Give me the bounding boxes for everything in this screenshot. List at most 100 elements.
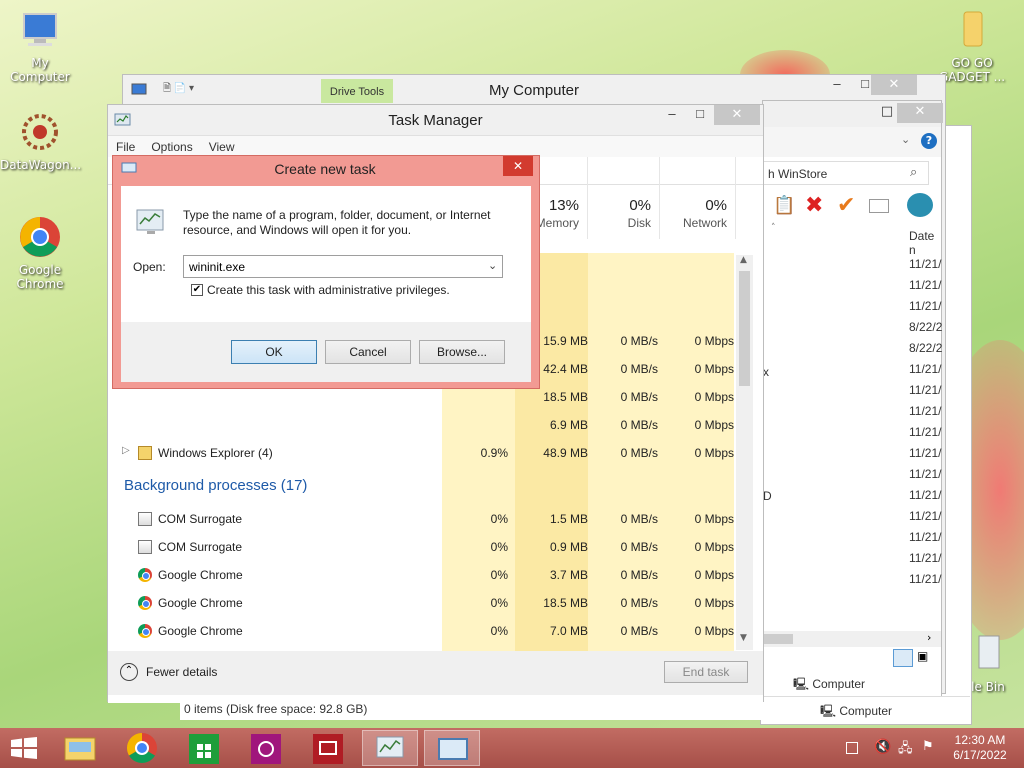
scrollbar-thumb[interactable]	[739, 271, 750, 386]
rename-icon[interactable]	[869, 199, 889, 213]
sort-up-icon: ˄	[771, 223, 776, 233]
file-date: 11/21/	[909, 572, 942, 586]
desktop-icon-go-go-gadget[interactable]: GO GO GADGET ...	[932, 8, 1012, 84]
cell-disk: 0 MB/s	[620, 446, 658, 460]
column-pct: 0%	[705, 197, 727, 214]
dialog-body: Type the name of a program, folder, docu…	[121, 186, 531, 382]
chevron-up-icon[interactable]: ⌃	[120, 663, 138, 681]
scroll-up-icon[interactable]: ▲	[740, 255, 747, 265]
process-row[interactable]: COM Surrogate 0% 0.9 MB 0 MB/s 0 Mbps	[108, 533, 736, 561]
search-box[interactable]: h WinStore ⌕	[763, 161, 929, 185]
app-row-windows-explorer[interactable]: Windows Explorer (4) 0.9% 48.9 MB 0 MB/s 0 M…	[108, 439, 736, 467]
chevron-right-icon[interactable]: ›	[927, 631, 931, 644]
maximize-button[interactable]: □	[686, 105, 714, 125]
taskbar-task-manager[interactable]	[362, 730, 418, 766]
minimize-button[interactable]: –	[823, 75, 851, 95]
process-row[interactable]: Google Chrome 0% 7.0 MB 0 MB/s 0 Mbps	[108, 617, 736, 645]
status-computer: 🖳 Computer	[820, 704, 893, 718]
cell-name: Google Chrome	[158, 596, 243, 610]
clock[interactable]: 12:30 AM 6/17/2022	[950, 733, 1010, 763]
desktop-icon-datawagon[interactable]: DataWagon...	[0, 110, 81, 172]
open-combobox[interactable]: wininit.exe ⌄	[183, 255, 503, 278]
cell-cpu: 0%	[490, 624, 508, 638]
process-row[interactable]: COM Surrogate 0% 1.5 MB 0 MB/s 0 Mbps	[108, 505, 736, 533]
cell-disk: 0 MB/s	[620, 334, 658, 348]
folder-icon	[950, 8, 994, 52]
folder-icon	[138, 446, 152, 460]
column-header-network[interactable]: 0% Network	[660, 157, 736, 239]
scrollbar-thumb[interactable]	[763, 634, 793, 644]
end-task-button[interactable]: End task	[664, 661, 748, 683]
start-button[interactable]	[10, 737, 38, 759]
cell-disk: 0 MB/s	[620, 568, 658, 582]
cell-memory: 0.9 MB	[549, 540, 588, 554]
cell-memory: 18.5 MB	[543, 596, 588, 610]
create-task-dialog[interactable]: Create new task ✕ Type the name of a pro…	[112, 155, 540, 389]
file-date: 8/22/2	[909, 320, 943, 334]
file-date: 11/21/	[909, 488, 942, 502]
network-icon[interactable]: 🖧	[898, 739, 913, 761]
scroll-down-icon[interactable]: ▼	[740, 633, 747, 643]
cell-network: 0 Mbps	[694, 624, 734, 638]
taskbar-store[interactable]	[176, 730, 232, 766]
chevron-down-icon[interactable]: ⌄	[488, 259, 497, 272]
taskbar: 🔇 🖧 ⚑ 12:30 AM 6/17/2022	[0, 728, 1024, 768]
process-row[interactable]: Google Chrome 0% 3.7 MB 0 MB/s 0 Mbps	[108, 561, 736, 589]
horizontal-scrollbar[interactable]: ›	[763, 631, 941, 647]
close-button[interactable]: ✕	[503, 156, 533, 176]
cell-name: Google Chrome	[158, 568, 243, 582]
close-button[interactable]: ✕	[714, 105, 760, 125]
volume-muted-icon[interactable]: 🔇	[874, 739, 891, 755]
cell-name: COM Surrogate	[158, 512, 243, 526]
ok-button[interactable]: OK	[231, 340, 317, 364]
desktop-icon-label: le Bin	[971, 680, 1005, 694]
taskbar-video[interactable]	[300, 730, 356, 766]
chevron-down-icon[interactable]: ⌄	[901, 133, 910, 146]
browse-button[interactable]: Browse...	[419, 340, 505, 364]
nav-computer[interactable]: 🖳 Computer	[793, 675, 865, 696]
vertical-scrollbar[interactable]: ▲ ▼	[736, 255, 753, 650]
cancel-button[interactable]: Cancel	[325, 340, 411, 364]
close-button[interactable]: ✕	[897, 103, 943, 123]
action-center-icon[interactable]: ⚑	[922, 739, 934, 754]
minimize-button[interactable]: –	[658, 105, 686, 125]
large-icons-view-icon[interactable]: ▣	[917, 649, 935, 667]
stray-text: D	[763, 489, 772, 503]
delete-icon[interactable]: ✖	[805, 193, 823, 218]
desktop-icon-my-computer[interactable]: My Computer	[0, 8, 80, 84]
network-icon[interactable]	[907, 193, 933, 217]
taskbar-file-explorer[interactable]	[52, 730, 108, 766]
admin-checkbox-label[interactable]: Create this task with administrative pri…	[207, 283, 450, 297]
task-manager-titlebar[interactable]: Task Manager – □ ✕	[108, 105, 763, 135]
checkmark-icon[interactable]: ✔	[837, 193, 855, 218]
cell-memory: 1.5 MB	[549, 512, 588, 526]
cell-memory: 7.0 MB	[549, 624, 588, 638]
ribbon-actions[interactable]: 📋 ✖ ✔	[771, 193, 941, 223]
expand-chevron-icon[interactable]: ▷	[122, 445, 130, 456]
paste-icon[interactable]: 📋	[773, 195, 795, 216]
file-date: 11/21/	[909, 257, 942, 271]
show-hidden-icons-icon[interactable]	[846, 742, 858, 754]
process-row[interactable]: Google Chrome 0% 18.5 MB 0 MB/s 0 Mbps	[108, 589, 736, 617]
desktop-icon-chrome[interactable]: Google Chrome	[0, 215, 80, 291]
fewer-details-link[interactable]: Fewer details	[146, 665, 217, 679]
column-header-date[interactable]: Date n	[909, 229, 941, 257]
file-date: 8/22/2	[909, 341, 943, 355]
explorer-title: My Computer	[488, 82, 580, 99]
column-header-disk[interactable]: 0% Disk	[588, 157, 660, 239]
cell-cpu: 0%	[490, 596, 508, 610]
search-icon[interactable]: ⌕	[910, 165, 917, 180]
dialog-button-area: OK Cancel Browse...	[121, 322, 531, 382]
open-value[interactable]: wininit.exe	[189, 260, 245, 274]
close-button[interactable]: ✕	[871, 75, 917, 95]
taskbar-run-dialog[interactable]	[424, 730, 480, 766]
app-row[interactable]: 6.9 MB 0 MB/s 0 Mbps	[108, 411, 736, 439]
details-view-icon[interactable]	[893, 649, 913, 667]
explorer-window-right[interactable]: □ ✕ ⌄ ? h WinStore ⌕ 📋 ✖ ✔ Date n ˄ 11/2…	[762, 100, 943, 720]
admin-checkbox[interactable]: ✔	[191, 284, 203, 296]
help-icon[interactable]: ?	[921, 133, 937, 149]
column-name: Network	[682, 216, 727, 230]
taskbar-chrome[interactable]	[114, 730, 170, 766]
taskbar-camera[interactable]	[238, 730, 294, 766]
computer-icon: 🖳	[793, 677, 813, 691]
